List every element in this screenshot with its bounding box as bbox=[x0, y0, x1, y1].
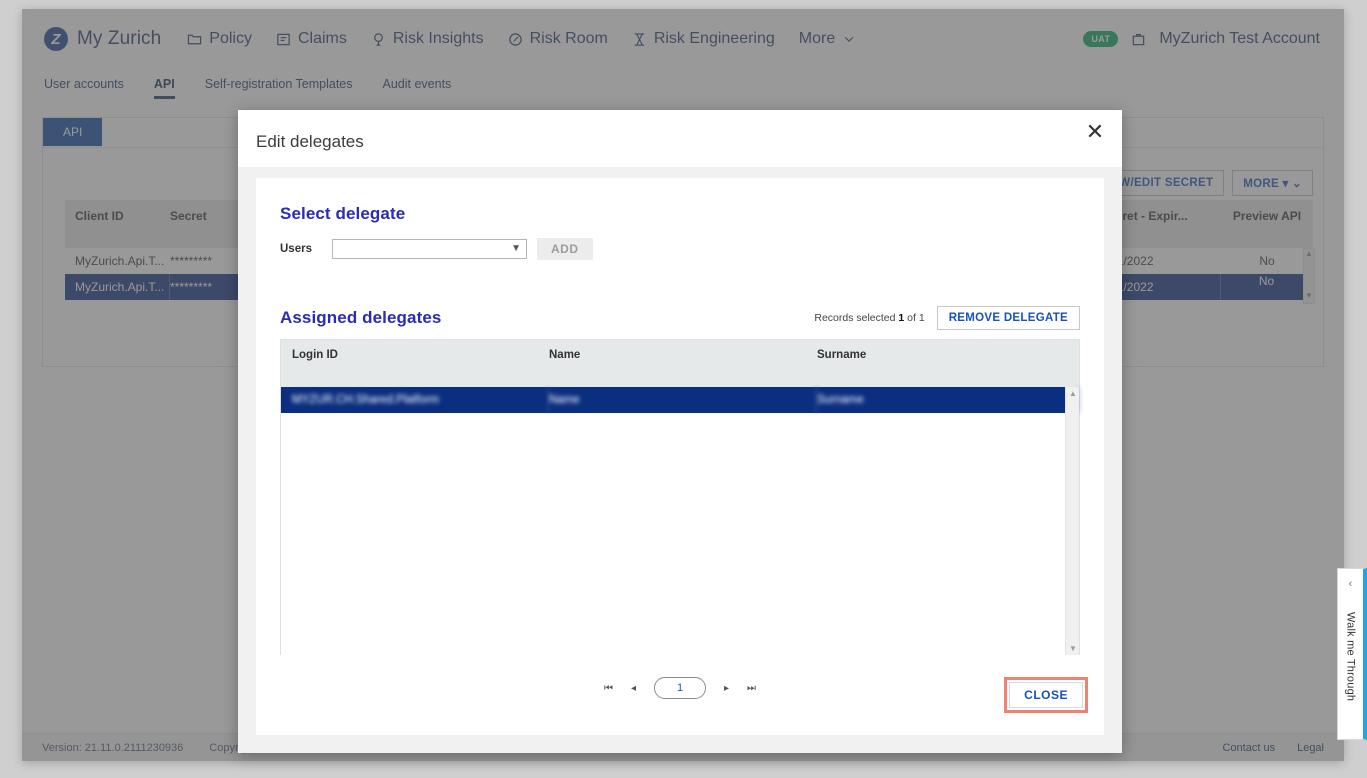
assigned-delegates-bar: Assigned delegates Records selected 1 of… bbox=[280, 306, 1080, 330]
add-button[interactable]: ADD bbox=[537, 238, 593, 260]
records-selected-count: 1 bbox=[898, 312, 904, 324]
select-delegate-heading: Select delegate bbox=[280, 204, 1080, 224]
cell-name: Name bbox=[549, 387, 817, 413]
users-label: Users bbox=[280, 243, 322, 255]
scroll-down-icon[interactable]: ▼ bbox=[1069, 644, 1077, 653]
delegates-table-header: Login ID Name Surname bbox=[281, 340, 1079, 387]
assigned-delegates-heading: Assigned delegates bbox=[280, 308, 441, 328]
modal-title: Edit delegates bbox=[256, 132, 364, 152]
close-button-highlight: CLOSE bbox=[1004, 677, 1088, 713]
users-row: Users ▼ ADD bbox=[280, 238, 1080, 260]
scroll-up-icon[interactable]: ▲ bbox=[1069, 389, 1077, 398]
delegates-table-body: MYZUR.CH.Shared.Platform Name Surname ▲ … bbox=[281, 387, 1079, 655]
pager-prev-icon[interactable]: ◂ bbox=[631, 683, 636, 694]
pager-next-icon[interactable]: ▸ bbox=[724, 683, 729, 694]
cell-surname: Surname bbox=[817, 387, 1079, 413]
col-name: Name bbox=[549, 349, 817, 387]
col-login-id: Login ID bbox=[281, 349, 549, 387]
records-selected-suffix: of 1 bbox=[907, 312, 925, 324]
edit-delegates-modal: Edit delegates ✕ Select delegate Users ▼… bbox=[238, 110, 1122, 753]
modal-header: Edit delegates ✕ bbox=[238, 110, 1122, 167]
delegates-table-scrollbar[interactable]: ▲ ▼ bbox=[1065, 387, 1079, 655]
assigned-delegates-table: Login ID Name Surname MYZUR.CH.Shared.Pl… bbox=[280, 339, 1080, 655]
cell-login-id: MYZUR.CH.Shared.Platform bbox=[281, 387, 549, 413]
modal-body: Select delegate Users ▼ ADD Assigned del… bbox=[256, 178, 1104, 735]
walk-me-through-tab[interactable]: ‹ Walk me Through bbox=[1337, 568, 1367, 740]
chevron-down-icon: ▼ bbox=[511, 243, 521, 254]
chevron-left-icon[interactable]: ‹ bbox=[1349, 578, 1353, 590]
walk-me-through-label: Walk me Through bbox=[1345, 612, 1357, 701]
pager-page-number[interactable]: 1 bbox=[654, 677, 706, 699]
records-selected-label: Records selected 1 of 1 bbox=[814, 312, 924, 324]
close-icon[interactable]: ✕ bbox=[1082, 119, 1108, 145]
close-button[interactable]: CLOSE bbox=[1009, 682, 1083, 708]
table-row[interactable]: MYZUR.CH.Shared.Platform Name Surname bbox=[281, 387, 1079, 413]
pagination: ⏮ ◂ 1 ▸ ⏭ bbox=[280, 677, 1080, 699]
screen: Z My Zurich Policy Claims Risk Insig bbox=[0, 0, 1367, 778]
users-select[interactable]: ▼ bbox=[332, 239, 527, 259]
pager-last-icon[interactable]: ⏭ bbox=[747, 683, 756, 694]
records-selected-prefix: Records selected bbox=[814, 312, 895, 324]
remove-delegate-button[interactable]: REMOVE DELEGATE bbox=[937, 306, 1080, 330]
pager-first-icon[interactable]: ⏮ bbox=[604, 683, 613, 694]
col-surname: Surname bbox=[817, 349, 1079, 387]
